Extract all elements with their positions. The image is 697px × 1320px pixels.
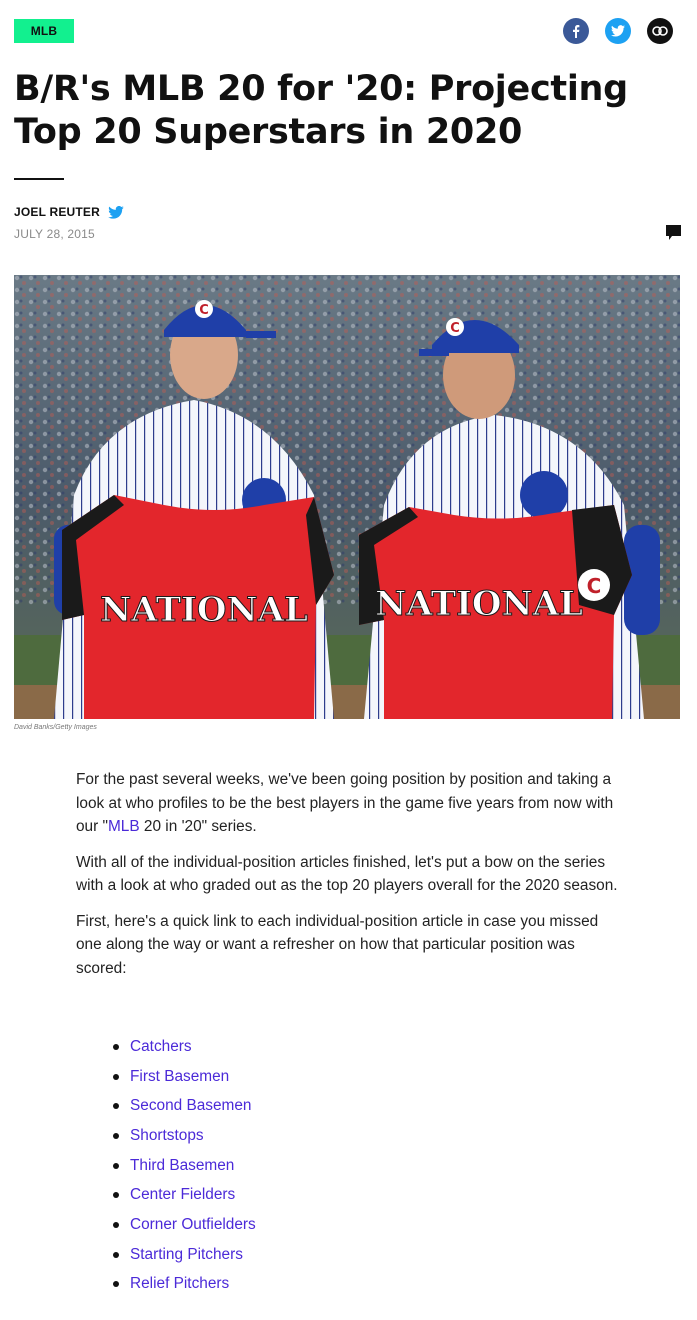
article-body: For the past several weeks, we've been g… <box>76 768 621 992</box>
paragraph-1-text-b: 20 in '20" series. <box>139 818 257 835</box>
link-second-basemen[interactable]: Second Basemen <box>130 1097 252 1115</box>
link-first-basemen[interactable]: First Basemen <box>130 1068 229 1086</box>
list-item: Third Basemen <box>113 1151 256 1181</box>
link-catchers[interactable]: Catchers <box>130 1038 192 1056</box>
title-divider <box>14 178 64 180</box>
byline: JOEL REUTER <box>14 205 124 219</box>
share-bar <box>563 18 673 44</box>
list-item: Relief Pitchers <box>113 1270 256 1300</box>
bullet <box>113 1251 119 1258</box>
twitter-icon[interactable] <box>108 205 124 219</box>
article-title: B/R's MLB 20 for '20: Projecting Top 20 … <box>14 69 628 152</box>
jersey-right: C NATIONAL <box>359 505 632 719</box>
mlb-link[interactable]: MLB <box>108 818 140 835</box>
link-icon <box>652 26 668 36</box>
bullet <box>113 1162 119 1169</box>
author-name[interactable]: JOEL REUTER <box>14 205 100 219</box>
list-item: Catchers <box>113 1032 256 1062</box>
list-item: Center Fielders <box>113 1180 256 1210</box>
bullet <box>113 1281 119 1288</box>
position-links-list: Catchers First Basemen Second Basemen Sh… <box>113 1032 256 1299</box>
bullet <box>113 1073 119 1080</box>
copy-link-button[interactable] <box>647 18 673 44</box>
list-item: Corner Outfielders <box>113 1210 256 1240</box>
link-corner-outfielders[interactable]: Corner Outfielders <box>130 1216 256 1234</box>
link-shortstops[interactable]: Shortstops <box>130 1127 204 1145</box>
svg-text:C: C <box>587 574 602 598</box>
list-item: Starting Pitchers <box>113 1240 256 1270</box>
hero-image: C C NATIONAL C NATIONAL <box>14 275 680 719</box>
twitter-icon <box>611 25 625 37</box>
facebook-share-button[interactable] <box>563 18 589 44</box>
paragraph-2: With all of the individual-position arti… <box>76 853 618 895</box>
bullet <box>113 1103 119 1110</box>
paragraph-1: For the past several weeks, we've been g… <box>76 768 621 839</box>
link-center-fielders[interactable]: Center Fielders <box>130 1186 235 1204</box>
link-starting-pitchers[interactable]: Starting Pitchers <box>130 1246 243 1264</box>
category-tag[interactable]: MLB <box>14 19 74 43</box>
bullet <box>113 1043 119 1050</box>
paragraph-3: First, here's a quick link to each indiv… <box>76 912 599 977</box>
link-third-basemen[interactable]: Third Basemen <box>130 1157 234 1175</box>
facebook-icon <box>573 25 580 38</box>
jersey-right-text: NATIONAL <box>375 584 583 624</box>
list-item: Second Basemen <box>113 1091 256 1121</box>
list-item: Shortstops <box>113 1121 256 1151</box>
bullet <box>113 1192 119 1199</box>
link-relief-pitchers[interactable]: Relief Pitchers <box>130 1275 229 1293</box>
jersey-left-text: NATIONAL <box>100 590 308 630</box>
publish-date: JULY 28, 2015 <box>14 227 95 241</box>
comment-icon[interactable] <box>666 225 681 240</box>
svg-text:C: C <box>450 321 460 336</box>
svg-text:C: C <box>199 303 209 318</box>
jersey-left: NATIONAL <box>62 495 334 719</box>
list-item: First Basemen <box>113 1062 256 1092</box>
twitter-share-button[interactable] <box>605 18 631 44</box>
bullet <box>113 1132 119 1139</box>
bullet <box>113 1221 119 1228</box>
image-caption: David Banks/Getty Images <box>14 724 97 731</box>
